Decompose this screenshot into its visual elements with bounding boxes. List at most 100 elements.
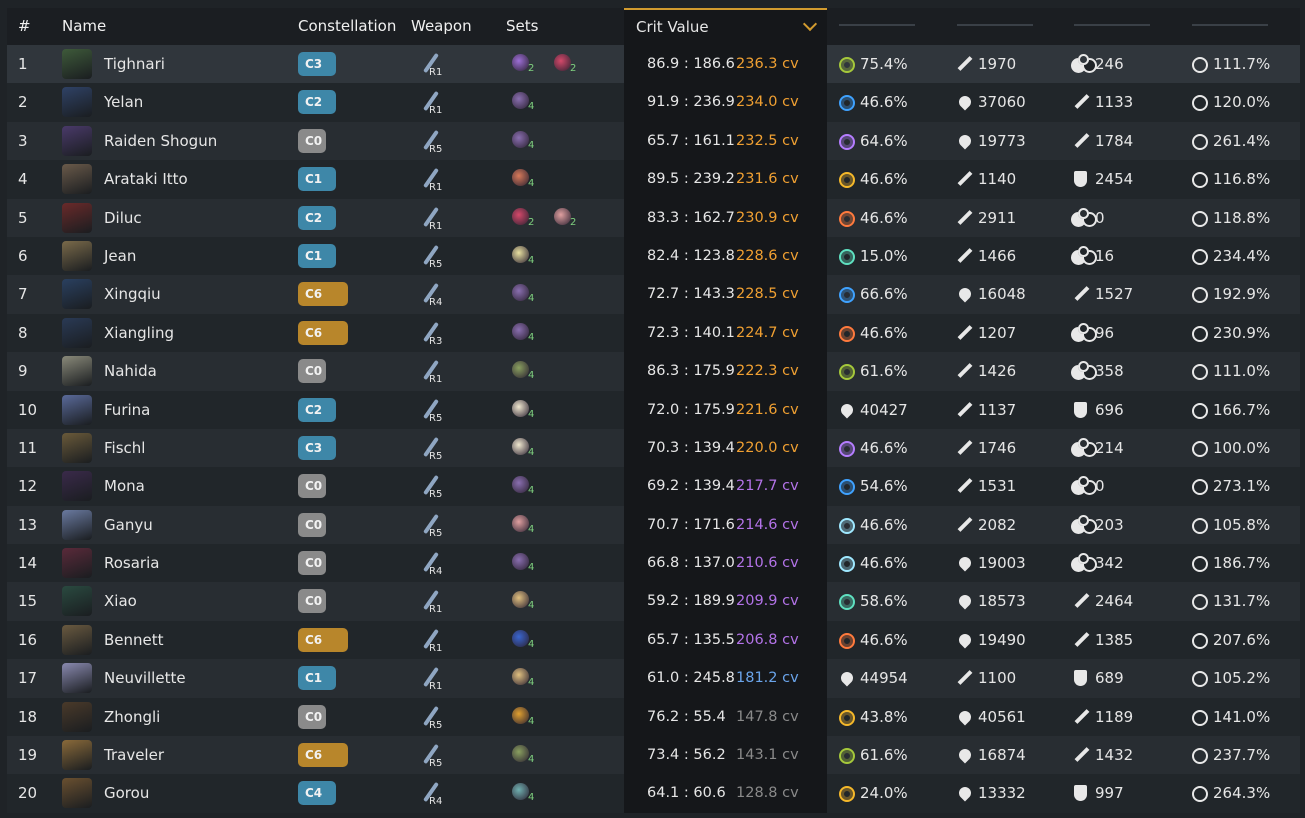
weapon-icon[interactable]: R1 <box>416 48 446 80</box>
weapon-icon[interactable]: R5 <box>416 701 446 733</box>
character-avatar[interactable] <box>62 432 92 463</box>
character-name[interactable]: Tighnari <box>104 45 165 83</box>
table-row[interactable]: 7 Xingqiu C6 R4 4 72.7 : 143.3 228.5 cv 66.6% 16… <box>7 275 1300 314</box>
character-avatar[interactable] <box>62 471 92 502</box>
table-row[interactable]: 6 Jean C1 R5 4 82.4 : 123.8 228.6 cv 15.0% 1466 1… <box>7 236 1300 276</box>
header-substat-4[interactable] <box>1192 24 1268 26</box>
artifact-set-icon[interactable]: 4 <box>510 88 534 116</box>
header-substat-1[interactable] <box>839 24 915 26</box>
weapon-icon[interactable]: R1 <box>416 585 446 617</box>
weapon-icon[interactable]: R5 <box>416 509 446 541</box>
artifact-set-icon[interactable]: 2 <box>510 50 534 78</box>
chevron-down-icon[interactable] <box>802 16 818 32</box>
character-name[interactable]: Rosaria <box>104 544 159 582</box>
table-row[interactable]: 14 Rosaria C0 R4 4 66.8 : 137.0 210.6 cv 46.6% 1… <box>7 544 1300 583</box>
weapon-icon[interactable]: R5 <box>416 432 446 464</box>
character-avatar[interactable] <box>62 317 92 348</box>
character-avatar[interactable] <box>62 87 92 118</box>
header-sets[interactable]: Sets <box>506 8 538 45</box>
weapon-icon[interactable]: R3 <box>416 317 446 349</box>
artifact-set-icon[interactable]: 4 <box>510 587 534 615</box>
character-name[interactable]: Gorou <box>104 774 149 812</box>
artifact-set-icon[interactable]: 4 <box>510 779 534 807</box>
weapon-icon[interactable]: R4 <box>416 547 446 579</box>
character-name[interactable]: Diluc <box>104 199 142 237</box>
weapon-icon[interactable]: R4 <box>416 777 446 809</box>
artifact-set-icon[interactable]: 4 <box>510 511 534 539</box>
table-row[interactable]: 5 Diluc C2 R1 2 2 83.3 : 162.7 230.9 cv 46.6% 291… <box>7 198 1300 237</box>
weapon-icon[interactable]: R1 <box>416 202 446 234</box>
weapon-icon[interactable]: R5 <box>416 739 446 771</box>
artifact-set-icon[interactable]: 4 <box>510 319 534 347</box>
character-avatar[interactable] <box>62 49 92 79</box>
artifact-set-icon[interactable]: 4 <box>510 549 534 577</box>
character-avatar[interactable] <box>62 202 92 233</box>
character-avatar[interactable] <box>62 701 92 732</box>
character-name[interactable]: Jean <box>104 237 136 275</box>
artifact-set-icon[interactable]: 4 <box>510 626 534 654</box>
character-name[interactable]: Arataki Itto <box>104 160 188 198</box>
artifact-set-icon[interactable]: 4 <box>510 280 534 308</box>
weapon-icon[interactable]: R5 <box>416 240 446 272</box>
header-rank[interactable]: # <box>18 8 31 45</box>
header-weapon[interactable]: Weapon <box>411 8 472 45</box>
character-name[interactable]: Fischl <box>104 429 145 467</box>
character-name[interactable]: Xiangling <box>104 314 174 352</box>
character-avatar[interactable] <box>62 509 92 540</box>
header-substat-3[interactable] <box>1074 24 1150 26</box>
artifact-set-icon[interactable]: 4 <box>510 165 534 193</box>
artifact-set-icon[interactable]: 4 <box>510 434 534 462</box>
character-avatar[interactable] <box>62 586 92 617</box>
character-name[interactable]: Neuvillette <box>104 659 186 697</box>
artifact-set-icon[interactable]: 4 <box>510 664 534 692</box>
table-row[interactable]: 12 Mona C0 R5 4 69.2 : 139.4 217.7 cv 54.6% 1531… <box>7 467 1300 506</box>
artifact-set-icon[interactable]: 4 <box>510 703 534 731</box>
weapon-icon[interactable]: R5 <box>416 394 446 426</box>
table-row[interactable]: 17 Neuvillette C1 R1 4 61.0 : 245.8 181.2 cv 44… <box>7 659 1300 698</box>
weapon-icon[interactable]: R5 <box>416 125 446 157</box>
character-name[interactable]: Nahida <box>104 352 157 390</box>
artifact-set-icon[interactable]: 4 <box>510 127 534 155</box>
header-crit-value[interactable]: Crit Value <box>624 8 827 45</box>
character-avatar[interactable] <box>62 624 92 655</box>
table-row[interactable]: 15 Xiao C0 R1 4 59.2 : 189.9 209.9 cv 58.6% 1857… <box>7 582 1300 621</box>
weapon-icon[interactable]: R1 <box>416 355 446 387</box>
character-avatar[interactable] <box>62 394 92 425</box>
artifact-set-icon[interactable]: 4 <box>510 396 534 424</box>
table-row[interactable]: 8 Xiangling C6 R3 4 72.3 : 140.1 224.7 cv 46.6%… <box>7 313 1300 353</box>
character-name[interactable]: Yelan <box>104 83 143 121</box>
character-name[interactable]: Zhongli <box>104 698 160 736</box>
weapon-icon[interactable]: R1 <box>416 624 446 656</box>
table-row[interactable]: 18 Zhongli C0 R5 4 76.2 : 55.4 147.8 cv 43.8% 40… <box>7 697 1300 737</box>
character-name[interactable]: Xiao <box>104 582 137 620</box>
character-name[interactable]: Traveler <box>104 736 164 774</box>
table-row[interactable]: 13 Ganyu C0 R5 4 70.7 : 171.6 214.6 cv 46.6% 208… <box>7 505 1300 545</box>
weapon-icon[interactable]: R4 <box>416 278 446 310</box>
character-name[interactable]: Xingqiu <box>104 275 161 313</box>
artifact-set-icon[interactable]: 4 <box>510 242 534 270</box>
weapon-icon[interactable]: R1 <box>416 86 446 118</box>
weapon-icon[interactable]: R1 <box>416 662 446 694</box>
character-name[interactable]: Ganyu <box>104 506 153 544</box>
header-name[interactable]: Name <box>62 8 106 45</box>
character-name[interactable]: Mona <box>104 467 145 505</box>
table-row[interactable]: 2 Yelan C2 R1 4 91.9 : 236.9 234.0 cv 46.6% 3706… <box>7 83 1300 122</box>
artifact-set-icon[interactable]: 2 <box>552 204 576 232</box>
weapon-icon[interactable]: R1 <box>416 163 446 195</box>
table-row[interactable]: 1 Tighnari C3 R1 2 2 86.9 : 186.6 236.3 cv 75.4%… <box>7 45 1300 84</box>
artifact-set-icon[interactable]: 4 <box>510 472 534 500</box>
table-row[interactable]: 16 Bennett C6 R1 4 65.7 : 135.5 206.8 cv 46.6% 1… <box>7 620 1300 660</box>
character-avatar[interactable] <box>62 164 92 195</box>
header-substat-2[interactable] <box>957 24 1033 26</box>
table-row[interactable]: 10 Furina C2 R5 4 72.0 : 175.9 221.6 cv 40427 11… <box>7 390 1300 429</box>
table-row[interactable]: 20 Gorou C4 R4 4 64.1 : 60.6 128.8 cv 24.0% 1333… <box>7 774 1300 813</box>
artifact-set-icon[interactable]: 4 <box>510 741 534 769</box>
character-avatar[interactable] <box>62 548 92 579</box>
character-avatar[interactable] <box>62 279 92 310</box>
table-row[interactable]: 3 Raiden Shogun C0 R5 4 65.7 : 161.1 232.5 cv 6… <box>7 121 1300 161</box>
weapon-icon[interactable]: R5 <box>416 470 446 502</box>
character-avatar[interactable] <box>62 240 92 271</box>
artifact-set-icon[interactable]: 4 <box>510 357 534 385</box>
table-row[interactable]: 11 Fischl C3 R5 4 70.3 : 139.4 220.0 cv 46.6% 17… <box>7 428 1300 468</box>
character-name[interactable]: Bennett <box>104 621 164 659</box>
